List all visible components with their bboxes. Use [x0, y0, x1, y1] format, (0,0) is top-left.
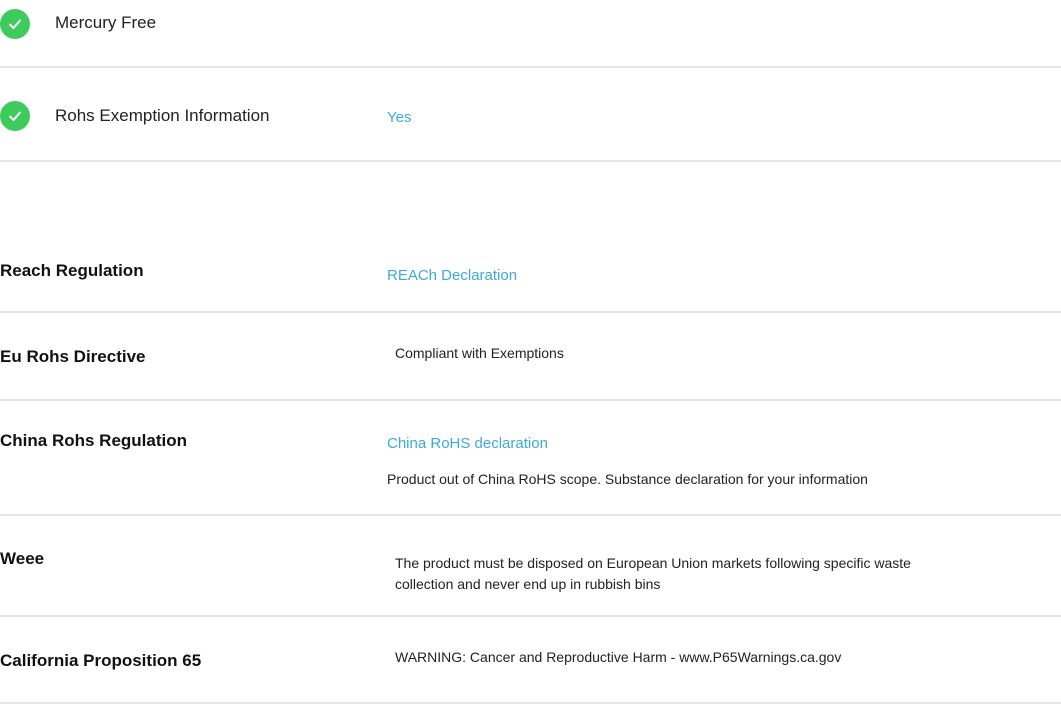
eu-rohs-directive-label: Eu Rohs Directive [0, 347, 146, 366]
china-rohs-declaration-link[interactable]: China RoHS declaration [387, 435, 548, 452]
divider [0, 311, 1061, 313]
environmental-compliance-panel: Mercury Free Rohs Exemption Information … [0, 0, 1061, 704]
eu-rohs-directive-value: Compliant with Exemptions [395, 345, 564, 361]
check-circle-icon [0, 101, 30, 131]
divider [0, 615, 1061, 617]
china-rohs-regulation-label: China Rohs Regulation [0, 431, 187, 450]
china-rohs-note: Product out of China RoHS scope. Substan… [387, 471, 868, 487]
california-prop65-label: California Proposition 65 [0, 651, 202, 670]
divider [0, 399, 1061, 401]
reach-regulation-label: Reach Regulation [0, 261, 144, 280]
divider [0, 514, 1061, 516]
california-prop65-warning: WARNING: Cancer and Reproductive Harm - … [395, 649, 842, 665]
check-circle-icon [0, 9, 30, 39]
feature-label-rohs-exemption: Rohs Exemption Information [55, 106, 270, 125]
weee-label: Weee [0, 549, 45, 568]
weee-value: The product must be disposed on European… [395, 555, 911, 592]
rohs-exemption-value-link[interactable]: Yes [387, 109, 411, 126]
divider [0, 160, 1061, 162]
reach-declaration-link[interactable]: REACh Declaration [387, 267, 517, 284]
feature-label-mercury-free: Mercury Free [55, 13, 157, 32]
divider [0, 66, 1061, 68]
